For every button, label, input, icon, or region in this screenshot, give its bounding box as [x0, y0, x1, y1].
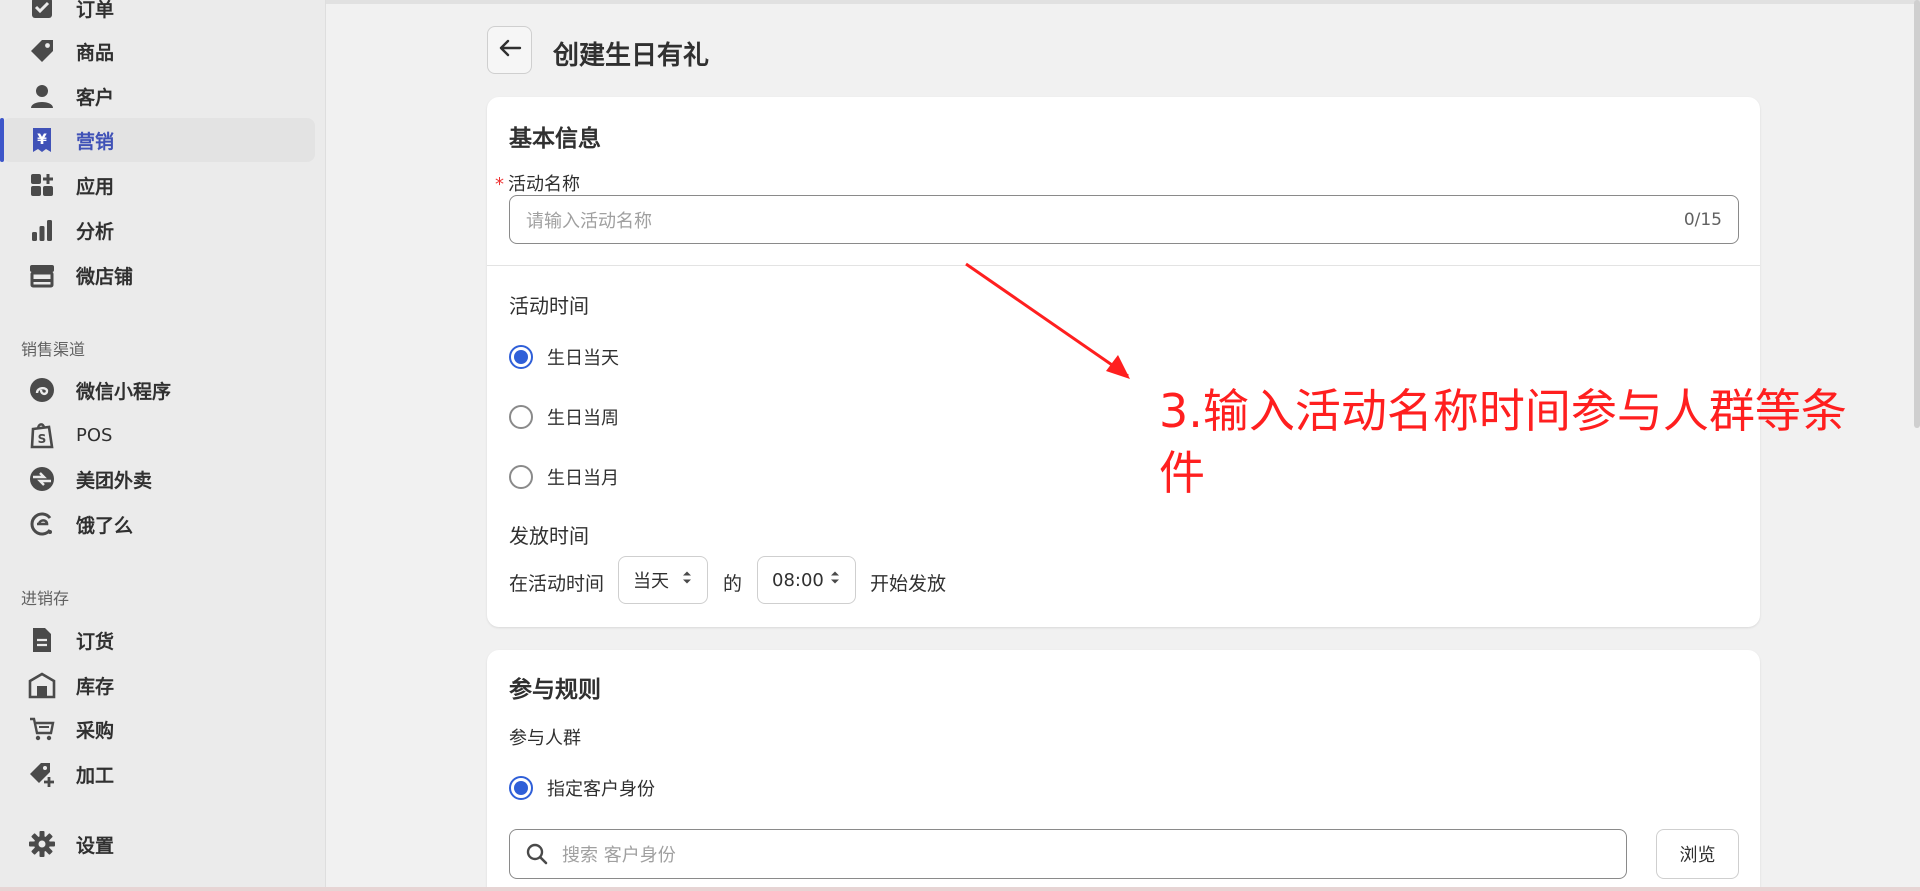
- sidebar-item-marketing[interactable]: ¥ 营销: [0, 118, 315, 162]
- tag-plus-icon: [28, 760, 56, 788]
- activity-time-label: 活动时间: [509, 294, 589, 318]
- top-border: [326, 0, 1920, 4]
- sidebar-item-label: 订货: [76, 630, 115, 653]
- sidebar-item-purchase[interactable]: 采购: [2, 707, 315, 751]
- sidebar-item-products[interactable]: 商品: [2, 29, 315, 73]
- back-button[interactable]: [487, 26, 532, 74]
- issue-time-select[interactable]: 08:00: [757, 556, 856, 604]
- sidebar-item-processing[interactable]: 加工: [2, 752, 315, 796]
- issue-of-text: 的: [723, 573, 743, 595]
- arrow-left-icon: [498, 38, 522, 62]
- annotation-text: 3.输入活动名称时间参与人群等条件: [1159, 384, 1847, 500]
- sales-channels-title: 销售渠道: [21, 340, 86, 359]
- cart-icon: [28, 715, 56, 743]
- required-asterisk: *: [495, 174, 504, 195]
- sidebar-item-pos[interactable]: S POS: [2, 413, 315, 457]
- yen-icon: ¥: [28, 126, 56, 154]
- sidebar-item-settings[interactable]: 设置: [2, 822, 315, 866]
- eleme-icon: [28, 510, 56, 538]
- crowd-label: 参与人群: [509, 728, 581, 749]
- gear-icon: [28, 830, 56, 858]
- browse-button[interactable]: 浏览: [1656, 829, 1739, 879]
- pos-bag-icon: S: [28, 421, 56, 449]
- sidebar-item-store[interactable]: 微店铺: [2, 253, 315, 297]
- radio-unchecked-icon: [509, 465, 533, 489]
- customer-identity-search-input[interactable]: 搜索 客户身份: [509, 829, 1627, 879]
- issue-time-label: 发放时间: [509, 524, 589, 548]
- select-value: 08:00: [772, 569, 824, 591]
- sidebar-item-apps[interactable]: 应用: [2, 163, 315, 207]
- scrollbar[interactable]: [1914, 0, 1920, 428]
- radio-label: 生日当周: [547, 408, 619, 429]
- sidebar-item-customers[interactable]: 客户: [2, 74, 315, 118]
- sidebar-item-label: 订单: [76, 0, 115, 21]
- sidebar-item-analytics[interactable]: 分析: [2, 208, 315, 252]
- bottom-edge: [0, 887, 1920, 891]
- radio-label: 生日当月: [547, 468, 619, 489]
- sidebar-item-label: 应用: [76, 175, 115, 198]
- warehouse-icon: [28, 671, 56, 699]
- sidebar-item-label: 分析: [76, 220, 115, 243]
- search-placeholder: 搜索 客户身份: [562, 845, 676, 866]
- radio-birthday-day[interactable]: 生日当天: [509, 344, 619, 370]
- activity-name-label: * 活动名称: [495, 174, 580, 195]
- inventory-title: 进销存: [21, 589, 70, 608]
- bar-chart-icon: [28, 216, 56, 244]
- annotation-arrow: [960, 258, 1140, 392]
- participation-rules-card: 参与规则 参与人群 指定客户身份 搜索 客户身份 浏览: [487, 650, 1760, 891]
- sidebar-item-label: 客户: [76, 86, 115, 109]
- activity-name-placeholder: 请输入活动名称: [526, 210, 652, 232]
- radio-customer-identity[interactable]: 指定客户身份: [509, 775, 655, 801]
- radio-birthday-month[interactable]: 生日当月: [509, 464, 619, 490]
- tag-icon: [28, 37, 56, 65]
- radio-birthday-week[interactable]: 生日当周: [509, 404, 619, 430]
- radio-unchecked-icon: [509, 405, 533, 429]
- sidebar-item-label: 美团外卖: [76, 469, 153, 492]
- sidebar-item-ordering[interactable]: 订货: [2, 618, 315, 662]
- sidebar-item-meituan[interactable]: 美团外卖: [2, 457, 315, 501]
- sidebar-item-orders[interactable]: 订单: [2, 0, 315, 30]
- sidebar-item-label: 加工: [76, 764, 115, 787]
- sidebar-item-label: POS: [76, 424, 113, 446]
- svg-text:¥: ¥: [37, 132, 47, 148]
- mini-program-icon: [28, 376, 56, 404]
- apps-icon: [28, 171, 56, 199]
- radio-checked-icon: [509, 776, 533, 800]
- sidebar-item-label: 采购: [76, 719, 115, 742]
- sidebar: 订单 商品 客户 ¥ 营销 应用 分析 微店铺 销售渠道 微信小程序 S POS…: [0, 0, 326, 891]
- svg-text:S: S: [38, 432, 47, 446]
- issue-prefix-text: 在活动时间: [509, 573, 605, 595]
- char-counter: 0/15: [1683, 209, 1722, 230]
- card-title: 参与规则: [509, 677, 601, 703]
- issue-suffix-text: 开始发放: [870, 573, 947, 595]
- activity-name-input[interactable]: 请输入活动名称 0/15: [509, 195, 1739, 244]
- sidebar-item-label: 饿了么: [76, 514, 134, 537]
- radio-label: 生日当天: [547, 348, 619, 369]
- sidebar-item-stock[interactable]: 库存: [2, 663, 315, 707]
- sidebar-item-wechat-mini-program[interactable]: 微信小程序: [2, 368, 315, 412]
- person-icon: [28, 82, 56, 110]
- sidebar-item-label: 库存: [76, 675, 115, 698]
- search-icon: [526, 843, 548, 865]
- sidebar-item-label: 微信小程序: [76, 380, 172, 403]
- sidebar-item-label: 微店铺: [76, 265, 134, 288]
- card-title: 基本信息: [509, 126, 601, 152]
- order-icon: [28, 0, 56, 22]
- sidebar-item-label: 设置: [76, 834, 115, 857]
- sidebar-item-label: 商品: [76, 41, 115, 64]
- updown-arrows-icon: [829, 569, 841, 592]
- radio-label: 指定客户身份: [547, 779, 655, 800]
- page-title: 创建生日有礼: [553, 41, 710, 71]
- updown-arrows-icon: [681, 569, 693, 592]
- meituan-icon: [28, 465, 56, 493]
- issue-day-select[interactable]: 当天: [618, 556, 708, 604]
- select-value: 当天: [633, 571, 669, 592]
- radio-checked-icon: [509, 345, 533, 369]
- document-icon: [28, 626, 56, 654]
- sidebar-item-eleme[interactable]: 饿了么: [2, 502, 315, 546]
- store-icon: [28, 261, 56, 289]
- sidebar-item-label: 营销: [76, 130, 115, 153]
